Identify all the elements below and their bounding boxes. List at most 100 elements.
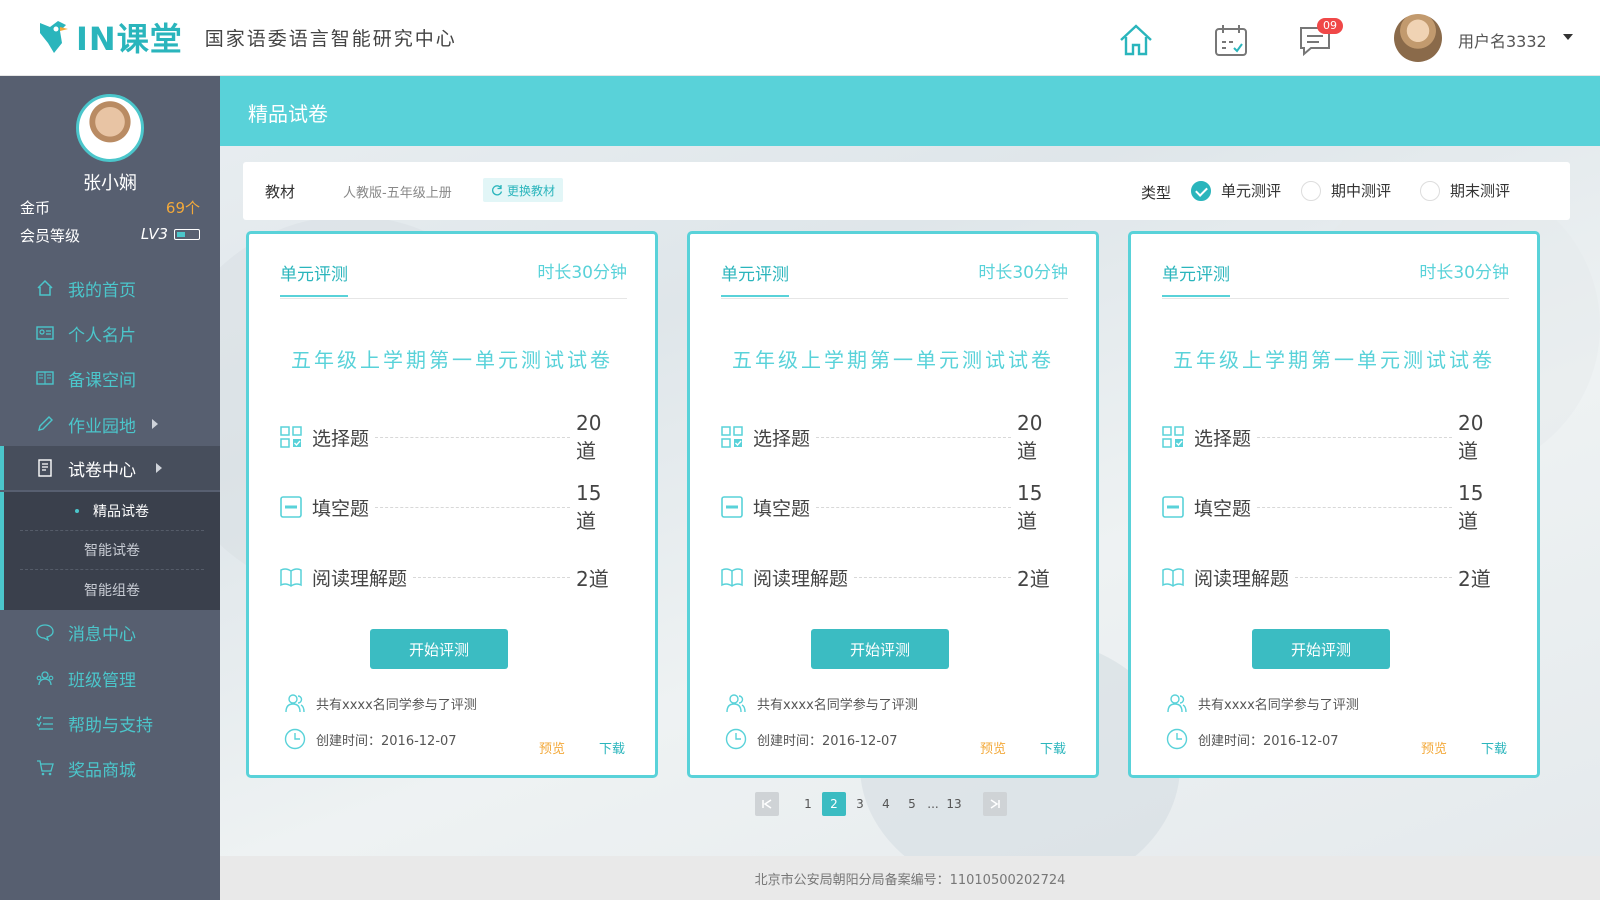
- start-evaluation-button[interactable]: 开始评测: [370, 629, 508, 669]
- gold-row: 金币 69个: [20, 197, 200, 218]
- message-count-badge: 09: [1317, 18, 1343, 34]
- page-number-current[interactable]: 2: [822, 792, 846, 816]
- main-content: 精品试卷 教材 人教版-五年级上册 更换教材 类型 单元测评 期中测评 期末测评…: [220, 76, 1600, 900]
- nav-item-home[interactable]: 我的首页: [0, 266, 220, 310]
- users-icon: [1167, 694, 1187, 713]
- grid-check-icon: [721, 426, 743, 448]
- calendar-icon: [1215, 25, 1247, 56]
- exam-center-subnav: 精品试卷 智能试卷 智能组卷: [0, 492, 220, 610]
- top-header: IN课堂 国家语委语言智能研究中心 09 用户名3332: [0, 0, 1600, 76]
- id-card-icon: [36, 326, 54, 340]
- subnav-item-premium-papers[interactable]: 精品试卷: [20, 492, 204, 531]
- pagination: 1 2 3 4 5 ... 13: [755, 792, 1007, 816]
- nav-label: 试卷中心: [68, 460, 136, 481]
- page-number[interactable]: 5: [900, 792, 924, 816]
- refresh-icon: [492, 185, 503, 196]
- user-avatar[interactable]: [1394, 14, 1442, 62]
- level-progress-icon: [174, 229, 200, 240]
- home-icon: [37, 279, 53, 296]
- book-icon: [280, 568, 302, 587]
- nav-item-homework[interactable]: 作业园地: [0, 402, 220, 446]
- textbook-label: 教材: [265, 183, 296, 201]
- preview-link[interactable]: 预览: [980, 738, 1006, 757]
- sidebar: 张小娴 金币 69个 会员等级 LV3 我的首页 个人名片 备课空间 作业园地 …: [0, 76, 220, 900]
- card-title[interactable]: 五年级上学期第一单元测试试卷: [1131, 344, 1537, 373]
- first-page-button[interactable]: [755, 792, 779, 816]
- page-number[interactable]: 3: [848, 792, 872, 816]
- type-radio-midterm[interactable]: 期中测评: [1301, 180, 1391, 201]
- book-icon: [1162, 568, 1184, 587]
- exam-card: 单元评测 时长30分钟 五年级上学期第一单元测试试卷 选择题 20道 填空题 15道…: [246, 231, 658, 778]
- divider: [280, 298, 627, 299]
- messages-button[interactable]: 09: [1297, 18, 1343, 58]
- page-title: 精品试卷: [248, 102, 328, 126]
- gold-value: 69个: [165, 199, 200, 217]
- nav-item-help[interactable]: 帮助与支持: [0, 701, 220, 745]
- nav-label: 班级管理: [68, 670, 136, 691]
- download-link[interactable]: 下载: [1481, 738, 1507, 757]
- calendar-button[interactable]: [1212, 22, 1250, 58]
- grid-check-icon: [280, 426, 302, 448]
- radio-circle-icon: [1420, 180, 1440, 201]
- exam-card: 单元评测 时长30分钟 五年级上学期第一单元测试试卷 选择题 20道 填空题 15道…: [1128, 231, 1540, 778]
- clock-icon: [284, 728, 306, 750]
- exam-paper-icon: [38, 459, 52, 477]
- preview-link[interactable]: 预览: [539, 738, 565, 757]
- grid-check-icon: [1162, 426, 1184, 448]
- participants-info: 共有xxxx名同学参与了评测: [284, 692, 477, 714]
- card-tag: 单元评测: [280, 260, 348, 297]
- nav-item-prize-mall[interactable]: 奖品商城: [0, 746, 220, 790]
- question-row: 填空题 15道: [721, 481, 1061, 533]
- home-button[interactable]: [1117, 22, 1155, 58]
- created-time: 创建时间：2016-12-07: [1166, 728, 1339, 750]
- page-title-bar: 精品试卷: [220, 76, 1600, 146]
- nav-item-prep-space[interactable]: 备课空间: [0, 356, 220, 400]
- card-tag: 单元评测: [1162, 260, 1230, 297]
- nav-item-exam-center[interactable]: 试卷中心: [0, 446, 220, 490]
- profile-avatar[interactable]: [76, 94, 144, 162]
- type-radio-unit[interactable]: 单元测评: [1191, 180, 1281, 201]
- question-row: 阅读理解题 2道: [280, 564, 620, 591]
- download-link[interactable]: 下载: [599, 738, 625, 757]
- subnav-item-smart-compose[interactable]: 智能组卷: [20, 570, 204, 609]
- footer-record-number: 北京市公安局朝阳分局备案编号：110105002027​24: [754, 873, 1066, 888]
- card-title[interactable]: 五年级上学期第一单元测试试卷: [249, 344, 655, 373]
- change-textbook-button[interactable]: 更换教材: [483, 178, 564, 202]
- created-time: 创建时间：2016-12-07: [725, 728, 898, 750]
- logo[interactable]: IN课堂 国家语委语言智能研究中心: [36, 14, 457, 60]
- question-row: 阅读理解题 2道: [1162, 564, 1502, 591]
- username[interactable]: 用户名3332: [1458, 28, 1547, 52]
- users-icon: [285, 694, 305, 713]
- last-page-button[interactable]: [983, 792, 1007, 816]
- book-open-icon: [36, 371, 54, 385]
- question-row: 填空题 15道: [1162, 481, 1502, 533]
- nav-item-messages[interactable]: 消息中心: [0, 610, 220, 654]
- card-title[interactable]: 五年级上学期第一单元测试试卷: [690, 344, 1096, 373]
- nav-item-class-management[interactable]: 班级管理: [0, 656, 220, 700]
- download-link[interactable]: 下载: [1040, 738, 1066, 757]
- clock-icon: [725, 728, 747, 750]
- divider: [721, 298, 1068, 299]
- card-duration: 时长30分钟: [537, 263, 627, 283]
- start-evaluation-button[interactable]: 开始评测: [811, 629, 949, 669]
- preview-link[interactable]: 预览: [1421, 738, 1447, 757]
- start-evaluation-button[interactable]: 开始评测: [1252, 629, 1390, 669]
- logo-text: IN课堂: [76, 20, 183, 58]
- level-label: 会员等级: [20, 227, 81, 245]
- type-radio-final[interactable]: 期末测评: [1420, 180, 1510, 201]
- type-label: 类型: [1141, 184, 1172, 202]
- chevron-down-icon[interactable]: [1563, 34, 1573, 40]
- chat-icon: [36, 624, 54, 641]
- level-value: LV3: [140, 225, 168, 243]
- fill-blank-icon: [721, 496, 743, 518]
- page-number[interactable]: 4: [874, 792, 898, 816]
- page-number[interactable]: 1: [796, 792, 820, 816]
- check-circle-icon: [1191, 180, 1211, 201]
- subnav-item-smart-papers[interactable]: 智能试卷: [20, 531, 204, 570]
- nav-item-profile-card[interactable]: 个人名片: [0, 311, 220, 355]
- list-check-icon: [36, 715, 53, 730]
- logo-subtitle: 国家语委语言智能研究中心: [204, 27, 457, 50]
- question-row: 阅读理解题 2道: [721, 564, 1061, 591]
- nav-label: 个人名片: [68, 325, 136, 346]
- page-number[interactable]: 13: [942, 792, 966, 816]
